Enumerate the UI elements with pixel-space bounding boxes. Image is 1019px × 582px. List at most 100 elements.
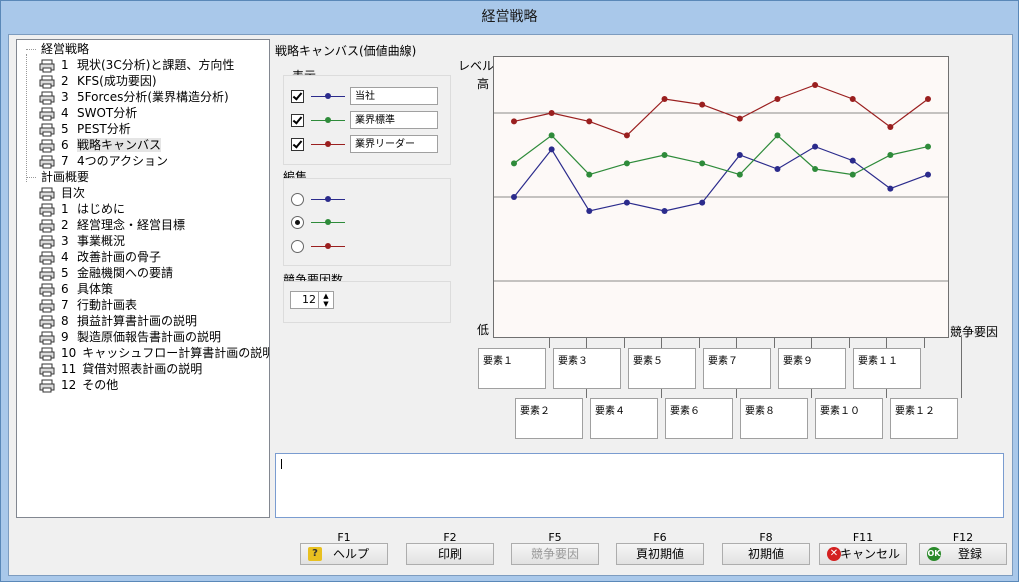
tree-item[interactable]: 2 KFS(成功要因) xyxy=(39,73,157,89)
data-point[interactable] xyxy=(812,166,819,172)
data-point[interactable] xyxy=(548,110,555,116)
data-point[interactable] xyxy=(774,166,781,172)
factor-tick xyxy=(924,337,925,348)
factor-tick xyxy=(774,337,775,348)
comment-textarea[interactable] xyxy=(275,453,1004,518)
data-point[interactable] xyxy=(548,132,555,139)
data-point[interactable] xyxy=(586,208,593,214)
factor-input[interactable]: 要素９ xyxy=(778,348,846,389)
edit-standard-radio[interactable] xyxy=(291,216,304,229)
tree-item[interactable]: 4 SWOT分析 xyxy=(39,105,137,121)
data-point[interactable] xyxy=(699,160,706,167)
data-point[interactable] xyxy=(812,82,819,88)
tree-connector xyxy=(26,49,36,50)
page-default-button[interactable]: 頁初期値 xyxy=(616,543,704,565)
tree-item[interactable]: 12 その他 xyxy=(39,377,118,393)
data-point[interactable] xyxy=(699,101,706,108)
data-point[interactable] xyxy=(586,171,593,178)
ok-icon: OK xyxy=(927,547,941,561)
tree-item[interactable]: 4 改善計画の骨子 xyxy=(39,249,161,265)
data-point[interactable] xyxy=(774,96,781,102)
data-point[interactable] xyxy=(661,208,668,214)
data-point[interactable] xyxy=(925,171,931,178)
factor-input[interactable]: 要素２ xyxy=(515,398,583,439)
edit-leader-radio[interactable] xyxy=(291,240,304,253)
data-point[interactable] xyxy=(849,157,856,164)
data-point[interactable] xyxy=(887,152,894,158)
data-point[interactable] xyxy=(736,171,743,178)
series-name-own-input[interactable]: 当社 xyxy=(350,87,438,105)
series-name-leader-input[interactable]: 業界リーダー xyxy=(350,135,438,153)
data-point[interactable] xyxy=(887,185,894,192)
show-leader-checkbox[interactable] xyxy=(291,138,304,151)
factors-button[interactable]: 競争要因 xyxy=(511,543,599,565)
data-point[interactable] xyxy=(623,199,630,206)
factor-input[interactable]: 要素１０ xyxy=(815,398,883,439)
strategy-canvas-chart[interactable] xyxy=(493,56,949,338)
factor-input[interactable]: 要素６ xyxy=(665,398,733,439)
data-point[interactable] xyxy=(511,118,517,125)
data-point[interactable] xyxy=(925,143,931,150)
data-point[interactable] xyxy=(925,96,931,102)
tree-item[interactable]: 9 製造原価報告書計画の説明 xyxy=(39,329,221,345)
tree-item[interactable]: 3 事業概況 xyxy=(39,233,125,249)
factor-input[interactable]: 要素８ xyxy=(740,398,808,439)
data-point[interactable] xyxy=(812,143,819,150)
tree-item-number: 1 xyxy=(61,202,69,216)
tree-item-label: SWOT分析 xyxy=(77,106,138,120)
spin-down-icon[interactable]: ▼ xyxy=(318,300,333,308)
tree-item[interactable]: 1 現状(3C分析)と課題、方向性 xyxy=(39,57,234,73)
data-point[interactable] xyxy=(661,152,668,158)
factor-input[interactable]: 要素１２ xyxy=(890,398,958,439)
data-point[interactable] xyxy=(511,194,517,200)
spin-up-icon[interactable]: ▲ xyxy=(318,292,333,300)
series-name-standard-input[interactable]: 業界標準 xyxy=(350,111,438,129)
show-standard-checkbox[interactable] xyxy=(291,114,304,127)
data-point[interactable] xyxy=(849,171,856,178)
tree-item[interactable]: 8 損益計算書計画の説明 xyxy=(39,313,197,329)
help-button[interactable]: ? ヘルプ xyxy=(300,543,388,565)
data-point[interactable] xyxy=(699,199,706,206)
tree-item[interactable]: 5 金融機関への要請 xyxy=(39,265,173,281)
cancel-button[interactable]: ✕ キャンセル xyxy=(819,543,907,565)
factor-tick xyxy=(549,337,550,348)
data-point[interactable] xyxy=(736,115,743,122)
tree-item[interactable]: 6 戦略キャンバス xyxy=(39,137,162,153)
default-button[interactable]: 初期値 xyxy=(722,543,810,565)
tree-item[interactable]: 7 4つのアクション xyxy=(39,153,168,169)
tree-item[interactable]: 2 経営理念・経営目標 xyxy=(39,217,185,233)
edit-own-radio[interactable] xyxy=(291,193,304,206)
data-point[interactable] xyxy=(623,132,630,139)
show-own-checkbox[interactable] xyxy=(291,90,304,103)
factor-count-spinner[interactable]: 12 ▲ ▼ xyxy=(290,291,334,309)
tree-item-toc[interactable]: 目次 xyxy=(39,185,85,201)
data-point[interactable] xyxy=(661,96,668,102)
data-point[interactable] xyxy=(736,152,743,158)
data-point[interactable] xyxy=(849,96,856,102)
data-point[interactable] xyxy=(586,118,593,125)
data-point[interactable] xyxy=(887,124,894,130)
data-point[interactable] xyxy=(548,146,555,153)
tree-item[interactable]: 1 はじめに xyxy=(39,201,125,217)
data-point[interactable] xyxy=(774,132,781,139)
factor-input[interactable]: 要素１ xyxy=(478,348,546,389)
data-point[interactable] xyxy=(623,160,630,167)
navigation-tree[interactable]: 経営戦略 1 現状(3C分析)と課題、方向性 2 KFS(成功要因) 3 5Forces分… xyxy=(16,39,270,518)
factor-input[interactable]: 要素３ xyxy=(553,348,621,389)
tree-item[interactable]: 11 貸借対照表計画の説明 xyxy=(39,361,202,377)
tree-item[interactable]: 6 具体策 xyxy=(39,281,113,297)
data-point[interactable] xyxy=(511,160,517,167)
tree-item[interactable]: 10 キャッシュフロー計算書計画の説明 xyxy=(39,345,269,361)
tree-item[interactable]: 3 5Forces分析(業界構造分析) xyxy=(39,89,229,105)
tree-item[interactable]: 5 PEST分析 xyxy=(39,121,131,137)
tree-group-strategy[interactable]: 経営戦略 xyxy=(41,41,89,57)
print-button[interactable]: 印刷 xyxy=(406,543,494,565)
factor-input[interactable]: 要素４ xyxy=(590,398,658,439)
tree-item-number: 4 xyxy=(61,106,69,120)
factor-input[interactable]: 要素５ xyxy=(628,348,696,389)
factor-input[interactable]: 要素１１ xyxy=(853,348,921,389)
tree-item[interactable]: 7 行動計画表 xyxy=(39,297,137,313)
tree-group-plan[interactable]: 計画概要 xyxy=(41,169,89,185)
factor-input[interactable]: 要素７ xyxy=(703,348,771,389)
register-button[interactable]: OK 登録 xyxy=(919,543,1007,565)
